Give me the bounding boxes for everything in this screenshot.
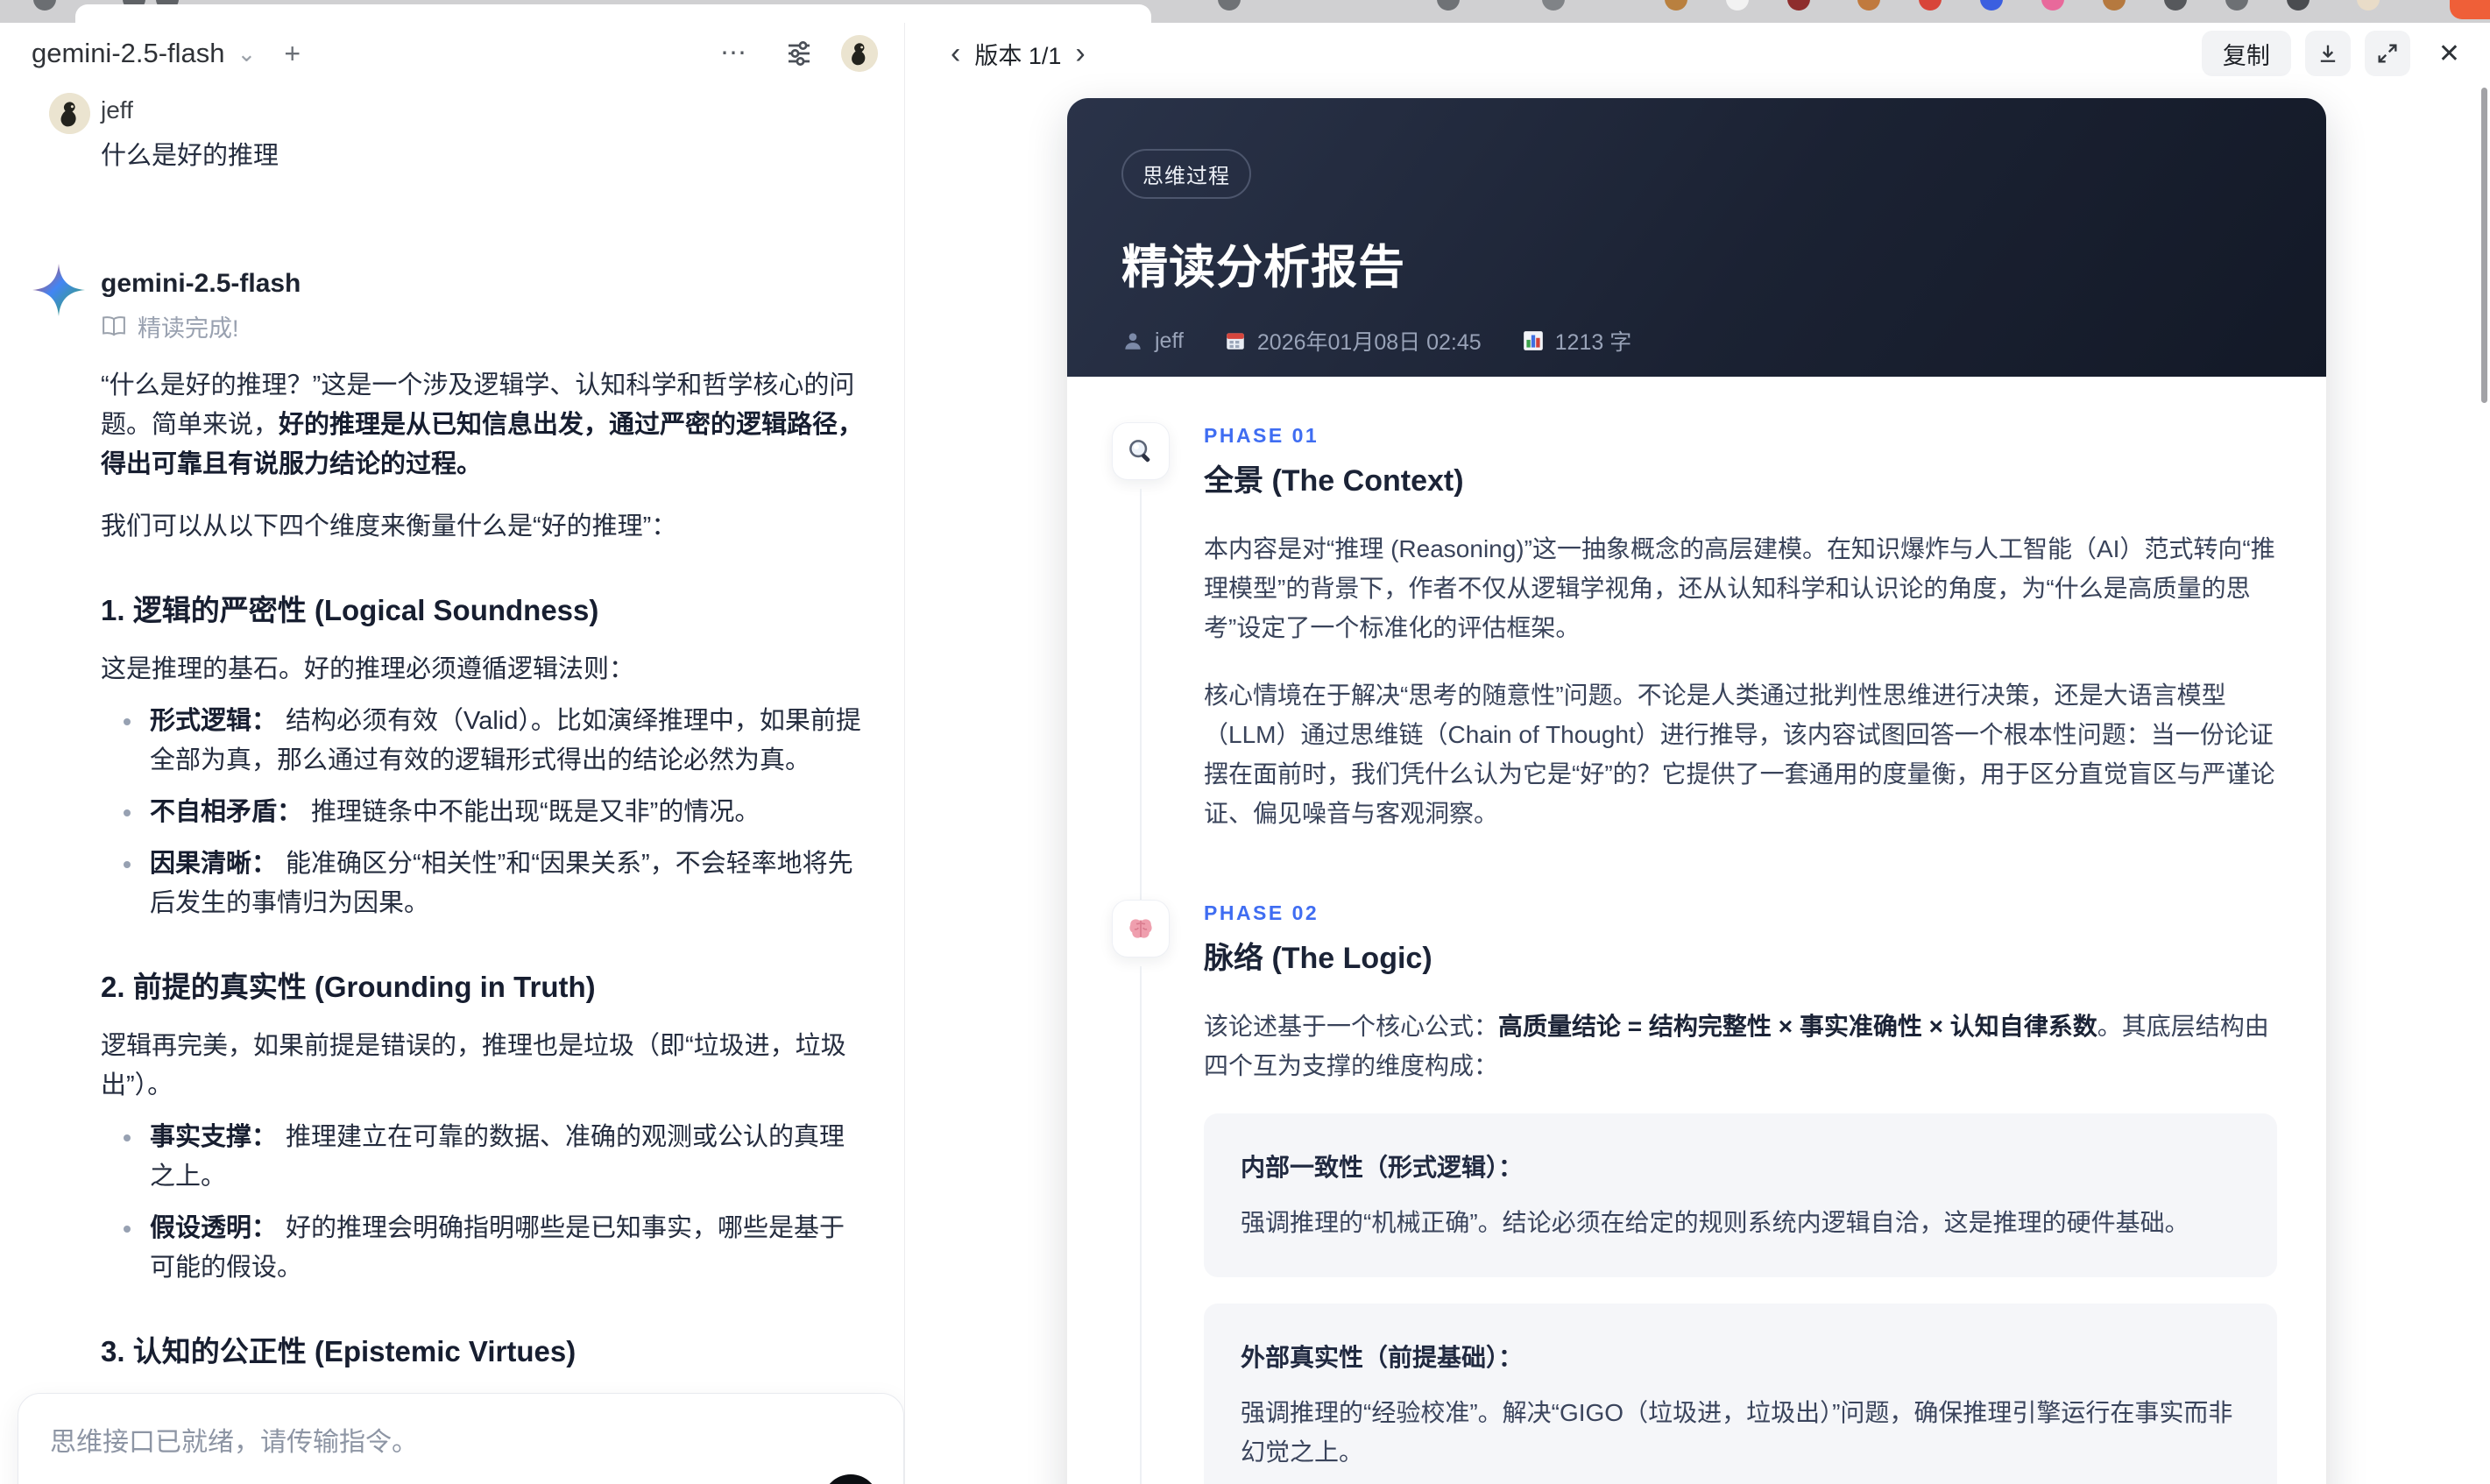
browser-corner-button[interactable] (2450, 0, 2490, 19)
copy-button[interactable]: 复制 (2201, 31, 2291, 76)
assistant-message: gemini-2.5-flash 精读完成! “什么是好的推理？”这是一个涉及逻… (32, 264, 867, 1484)
section-heading: 3. 认知的公正性 (Epistemic Virtues) (101, 1335, 577, 1367)
expand-icon (2375, 41, 2400, 66)
brain-icon (1112, 900, 1170, 958)
browser-extension-icon[interactable] (2103, 0, 2126, 11)
phase-formula: 该论述基于一个核心公式：高质量结论 = 结构完整性 × 事实准确性 × 认知自律… (1204, 1013, 2269, 1079)
timeline-line (1140, 489, 1142, 900)
meta-wordcount: 1213 字 (1522, 325, 1631, 357)
browser-tab[interactable] (75, 4, 1151, 23)
bullet-list: 事实支撑： 推理建立在可靠的数据、准确的观测或公认的真理之上。 假设透明： 好的推理… (101, 1118, 867, 1288)
phase-block: PHASE 01 全景 (The Context) 本内容是对“推理 (Reas… (1111, 422, 2277, 900)
browser-extension-icon[interactable] (1787, 0, 1810, 11)
browser-extension-icon[interactable] (2287, 0, 2310, 11)
scrollbar[interactable] (2481, 88, 2487, 403)
chat-scroll-area[interactable]: jeff 什么是好的推理 gemini-2.5-flash 精读完成! “什么是… (0, 84, 904, 1484)
previous-version-button[interactable]: ‹ (942, 39, 969, 68)
bullet-item: 事实支撑： 推理建立在可靠的数据、准确的观测或公认的真理之上。 (101, 1118, 867, 1197)
browser-extension-icon[interactable] (1919, 0, 1942, 11)
model-name: gemini-2.5-flash (32, 38, 225, 68)
bullet-item: 因果清晰： 能准确区分“相关性”和“因果关系”，不会轻率地将先后发生的事情归为因果… (101, 844, 867, 923)
section-lead: 逻辑再完美，如果前提是错误的，推理也是垃圾（即“垃圾进，垃圾出”）。 (101, 1032, 846, 1099)
browser-nav-icon[interactable] (33, 0, 56, 11)
section-lead: 这是推理的基石。好的推理必须遵循逻辑法则： (101, 655, 635, 683)
browser-bookmark-icon[interactable] (1218, 0, 1241, 11)
browser-extension-icon[interactable] (2164, 0, 2187, 11)
more-options-button[interactable]: ⋯ (711, 35, 757, 72)
phase-title: 脉络 (The Logic) (1204, 942, 1432, 975)
dimension-card: 外部真实性（前提基础）： 强调推理的“经验校准”。解决“GIGO（垃圾进，垃圾出… (1204, 1304, 2277, 1484)
phase-eyebrow: PHASE 02 (1204, 901, 1319, 924)
browser-extension-icon[interactable] (1542, 0, 1565, 11)
expand-button[interactable] (2364, 31, 2410, 76)
download-icon (2316, 41, 2340, 66)
section-heading: 1. 逻辑的严密性 (Logical Soundness) (101, 594, 599, 626)
user-name: jeff (101, 96, 133, 124)
chevron-down-icon: ⌄ (237, 40, 257, 67)
account-avatar[interactable] (841, 35, 878, 72)
version-label: 版本 1/1 (974, 42, 1062, 69)
message-composer[interactable]: 思维接口已就绪，请传输指令。 + (18, 1393, 904, 1484)
book-icon (101, 315, 127, 338)
chat-panel: gemini-2.5-flash ⌄ + ⋯ jeff 什么是好的推理 gemi… (0, 23, 905, 1484)
close-button[interactable]: ✕ (2431, 39, 2467, 69)
artifact-toolbar: ‹ 版本 1/1 › 复制 ✕ (905, 23, 2490, 84)
section-heading: 2. 前提的真实性 (Grounding in Truth) (101, 971, 596, 1003)
phase-paragraph: 核心情境在于解决“思考的随意性”问题。不论是人类通过批判性思维进行决策，还是大语… (1204, 682, 2275, 827)
dimension-card: 内部一致性（形式逻辑）： 强调推理的“机械正确”。结论必须在给定的规则系统内逻辑… (1204, 1113, 2277, 1277)
browser-extension-icon[interactable] (2041, 0, 2064, 11)
phase-title: 全景 (The Context) (1204, 464, 1464, 498)
artifact-header: 思维过程 精读分析报告 jeff 2026年01月08日 02:45 1213 … (1067, 98, 2326, 377)
gemini-spark-icon (32, 264, 85, 316)
artifact-badge: 思维过程 (1121, 149, 1251, 199)
chat-header: gemini-2.5-flash ⌄ + ⋯ (0, 23, 904, 84)
person-icon (1121, 329, 1144, 352)
bullet-item: 形式逻辑： 结构必须有效（Valid）。比如演绎推理中，如果前提全部为真，那么通过… (101, 702, 867, 781)
artifact-title: 精读分析报告 (1121, 242, 1405, 293)
browser-extension-icon[interactable] (2225, 0, 2248, 11)
assistant-name: gemini-2.5-flash (101, 269, 301, 298)
user-message-text: 什么是好的推理 (101, 142, 279, 170)
browser-extension-icon[interactable] (1726, 0, 1749, 11)
model-selector[interactable]: gemini-2.5-flash ⌄ (26, 37, 261, 70)
bar-chart-icon (1522, 329, 1545, 352)
assistant-status-text: 精读完成! (138, 315, 239, 342)
browser-toolbar (0, 0, 2490, 23)
next-version-button[interactable]: › (1066, 39, 1093, 68)
browser-extension-icon[interactable] (1857, 0, 1880, 11)
tune-sliders-button[interactable] (780, 34, 818, 73)
browser-extension-icon[interactable] (1665, 0, 1687, 11)
browser-extension-icon[interactable] (1437, 0, 1460, 11)
bullet-item: 假设透明： 好的推理会明确指明哪些是已知事实，哪些是基于可能的假设。 (101, 1209, 867, 1288)
assistant-status: 精读完成! (101, 309, 867, 343)
phase-eyebrow: PHASE 01 (1204, 424, 1319, 447)
download-button[interactable] (2304, 31, 2351, 76)
bullet-list: 形式逻辑： 结构必须有效（Valid）。比如演绎推理中，如果前提全部为真，那么通过… (101, 702, 867, 923)
sliders-icon (783, 38, 815, 69)
meta-author: jeff (1121, 329, 1184, 354)
artifact-body: PHASE 01 全景 (The Context) 本内容是对“推理 (Reas… (1067, 377, 2326, 1484)
voice-input-button[interactable] (823, 1474, 879, 1484)
phase-block: PHASE 02 脉络 (The Logic) 该论述基于一个核心公式：高质量结… (1111, 900, 2277, 1484)
browser-profile-avatar[interactable] (2357, 0, 2380, 11)
artifact-sheet: 思维过程 精读分析报告 jeff 2026年01月08日 02:45 1213 … (1067, 98, 2326, 1484)
assistant-paragraph: “什么是好的推理？”这是一个涉及逻辑学、认知科学和哲学核心的问题。简单来说，好的… (101, 371, 864, 478)
meta-date: 2026年01月08日 02:45 (1224, 325, 1482, 357)
phase-paragraph: 本内容是对“推理 (Reasoning)”这一抽象概念的高层建模。在知识爆炸与人… (1204, 535, 2275, 641)
artifact-meta: jeff 2026年01月08日 02:45 1213 字 (1121, 325, 2272, 357)
artifact-panel: ‹ 版本 1/1 › 复制 ✕ 思维过程 精读分析报告 jeff 2026年01… (905, 23, 2490, 1484)
timeline-line (1140, 966, 1142, 1484)
assistant-paragraph: 我们可以从以下四个维度来衡量什么是“好的推理”： (101, 512, 677, 541)
composer-placeholder: 思维接口已就绪，请传输指令。 (50, 1428, 418, 1457)
user-avatar (49, 93, 90, 134)
new-chat-button[interactable]: + (275, 34, 309, 73)
calendar-icon (1224, 329, 1247, 352)
user-message: jeff 什么是好的推理 (49, 93, 867, 176)
magnifier-icon (1112, 422, 1170, 480)
browser-extension-icon[interactable] (1980, 0, 2003, 11)
bullet-item: 不自相矛盾： 推理链条中不能出现“既是又非”的情况。 (101, 793, 867, 832)
